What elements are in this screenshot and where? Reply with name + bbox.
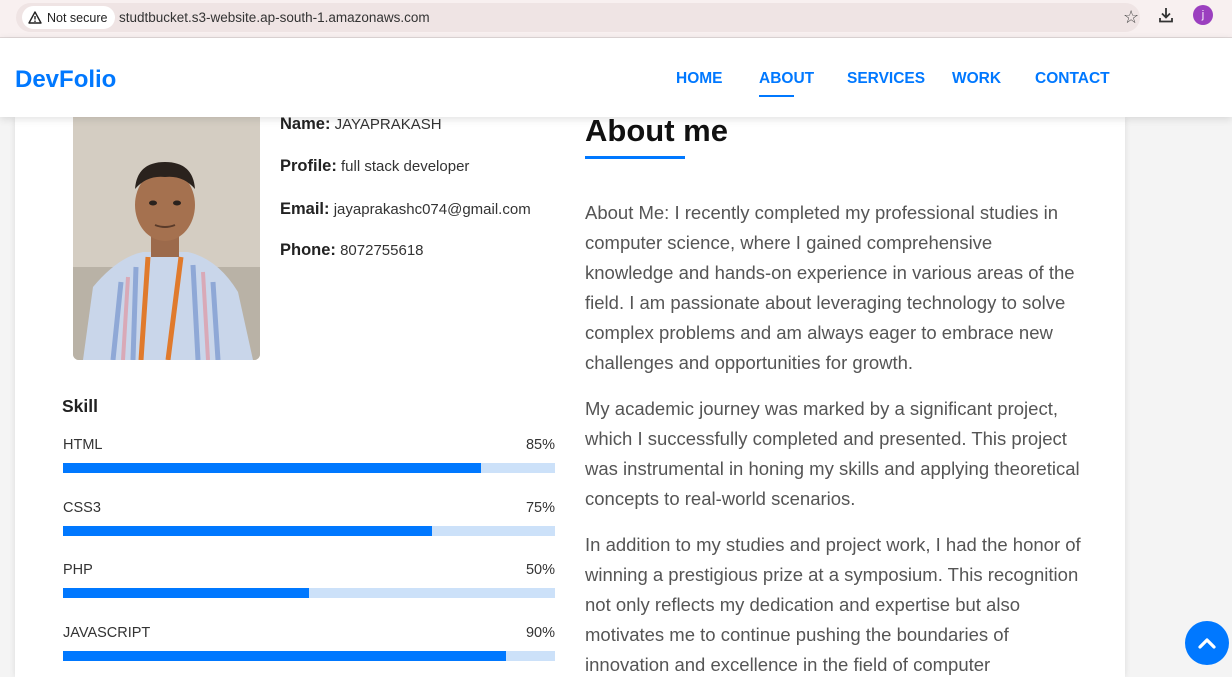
site-navbar: DevFolio HOME ABOUT SERVICES WORK CONTAC… xyxy=(0,38,1232,117)
about-text: About Me: I recently completed my profes… xyxy=(585,198,1085,677)
skill-heading: Skill xyxy=(62,396,98,416)
phone-label: Phone: xyxy=(280,241,336,259)
back-to-top-button[interactable] xyxy=(1185,621,1229,665)
skill-progress-fill xyxy=(63,526,432,536)
email-row: Email: jayaprakashc074@gmail.com xyxy=(280,200,531,219)
skill-percent: 75% xyxy=(525,500,555,516)
phone-value: 8072755618 xyxy=(340,242,424,259)
nav-work[interactable]: WORK xyxy=(952,70,1001,88)
skill-name: PHP xyxy=(63,562,93,578)
profile-row: Profile: full stack developer xyxy=(280,157,469,176)
skill-progress-track xyxy=(63,588,555,598)
name-label: Name: xyxy=(280,115,331,133)
url-text[interactable]: studtbucket.s3-website.ap-south-1.amazon… xyxy=(119,10,430,25)
nav-services[interactable]: SERVICES xyxy=(847,70,925,88)
chevron-up-icon xyxy=(1198,638,1216,649)
active-nav-underline xyxy=(759,95,794,97)
skill-percent: 85% xyxy=(525,437,555,453)
email-label: Email: xyxy=(280,200,330,218)
about-paragraph: About Me: I recently completed my profes… xyxy=(585,202,1075,373)
about-heading-underline xyxy=(585,156,685,159)
email-value: jayaprakashc074@gmail.com xyxy=(333,201,531,218)
skill-name: HTML xyxy=(63,437,103,453)
name-row: Name: JAYAPRAKASH xyxy=(280,115,442,134)
brand-logo[interactable]: DevFolio xyxy=(15,66,116,94)
skill-progress-track xyxy=(63,526,555,536)
about-paragraph: In addition to my studies and project wo… xyxy=(585,534,1081,675)
phone-row: Phone: 8072755618 xyxy=(280,241,424,260)
skill-progress-fill xyxy=(63,588,309,598)
warning-icon xyxy=(28,11,42,24)
skill-name: CSS3 xyxy=(63,500,101,516)
about-heading: About me xyxy=(585,113,728,148)
browser-toolbar: Not secure studtbucket.s3-website.ap-sou… xyxy=(0,0,1232,38)
security-chip[interactable]: Not secure xyxy=(22,6,116,29)
profile-label: Profile: xyxy=(280,157,337,175)
bookmark-star-icon[interactable]: ☆ xyxy=(1123,7,1139,27)
about-paragraph: My academic journey was marked by a sign… xyxy=(585,398,1080,509)
skill-progress-fill xyxy=(63,463,482,473)
skill-progress-track xyxy=(63,651,555,661)
skill-name: JAVASCRIPT xyxy=(63,625,151,641)
profile-photo xyxy=(73,117,260,360)
skill-percent: 90% xyxy=(525,625,555,641)
download-icon[interactable] xyxy=(1157,6,1175,24)
nav-about[interactable]: ABOUT xyxy=(759,70,814,88)
nav-contact[interactable]: CONTACT xyxy=(1035,70,1110,88)
name-value: JAYAPRAKASH xyxy=(334,116,442,133)
skill-percent: 50% xyxy=(525,562,555,578)
profile-avatar[interactable]: j xyxy=(1193,5,1213,25)
nav-home[interactable]: HOME xyxy=(676,70,723,88)
security-label: Not secure xyxy=(47,10,108,25)
profile-value: full stack developer xyxy=(341,158,470,175)
address-bar[interactable]: Not secure studtbucket.s3-website.ap-sou… xyxy=(16,3,1140,32)
skill-progress-track xyxy=(63,463,555,473)
skill-progress-fill xyxy=(63,651,506,661)
